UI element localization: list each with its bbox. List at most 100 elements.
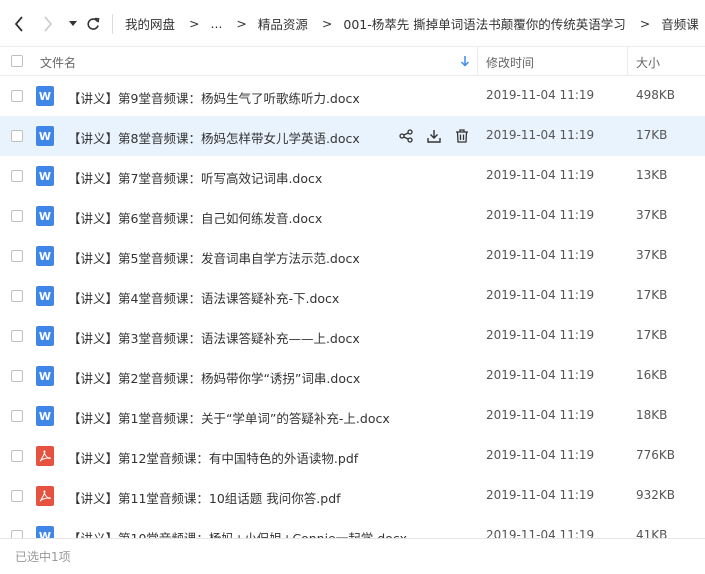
refresh-icon [87, 17, 100, 30]
file-size: 17KB [636, 328, 668, 342]
file-modified-time: 2019-11-04 11:19 [486, 528, 595, 538]
breadcrumb-item-resources[interactable]: 精品资源 [258, 14, 308, 33]
chevron-left-icon [14, 16, 23, 32]
file-name[interactable]: 【讲义】第6堂音频课：自己如何练发音.docx [68, 208, 322, 227]
file-checkbox[interactable] [11, 370, 23, 382]
word-file-icon: W [36, 366, 54, 386]
breadcrumb-item-ellipsis[interactable]: ... [211, 16, 223, 31]
file-modified-time: 2019-11-04 11:19 [486, 408, 595, 422]
breadcrumb-item-root[interactable]: 我的网盘 [125, 14, 175, 33]
file-checkbox[interactable] [11, 410, 23, 422]
refresh-button[interactable] [84, 14, 102, 34]
file-row[interactable]: 【讲义】第12堂音频课：有中国特色的外语读物.pdf 2019-11-04 11:… [0, 436, 705, 476]
file-size: 37KB [636, 208, 668, 222]
chevron-right-icon [44, 16, 52, 32]
file-row[interactable]: W 【讲义】第9堂音频课：杨妈生气了听歌练听力.docx 2019-11-04 11… [0, 76, 705, 116]
delete-button[interactable] [452, 127, 472, 145]
file-modified-time: 2019-11-04 11:19 [486, 88, 595, 102]
file-name[interactable]: 【讲义】第3堂音频课：语法课答疑补充——上.docx [68, 328, 360, 347]
pdf-file-icon [36, 486, 54, 506]
file-checkbox[interactable] [11, 290, 23, 302]
file-row[interactable]: W 【讲义】第8堂音频课：杨妈怎样带女儿学英语.docx 2019-11-04 11… [0, 116, 705, 156]
back-button[interactable] [9, 14, 29, 34]
file-checkbox[interactable] [11, 330, 23, 342]
file-size: 498KB [636, 88, 676, 102]
file-size: 37KB [636, 248, 668, 262]
share-icon [399, 129, 413, 143]
file-name[interactable]: 【讲义】第8堂音频课：杨妈怎样带女儿学英语.docx [68, 128, 360, 147]
file-row[interactable]: 【讲义】第11堂音频课：10组话题 我问你答.pdf 2019-11-04 11:… [0, 476, 705, 516]
file-list-header: 文件名 修改时间 大小 [0, 46, 705, 76]
file-size: 17KB [636, 288, 668, 302]
word-file-icon: W [36, 286, 54, 306]
word-file-icon: W [36, 526, 54, 538]
file-row[interactable]: W 【讲义】第2堂音频课：杨妈带你学“诱拐”词串.docx 2019-11-04 1… [0, 356, 705, 396]
word-file-icon: W [36, 166, 54, 186]
column-divider[interactable] [477, 47, 478, 75]
sort-arrow-down-icon[interactable] [460, 55, 470, 67]
file-checkbox[interactable] [11, 210, 23, 222]
file-checkbox[interactable] [11, 250, 23, 262]
file-checkbox[interactable] [11, 90, 23, 102]
breadcrumb-separator: > [189, 15, 200, 31]
word-file-icon: W [36, 206, 54, 226]
file-name[interactable]: 【讲义】第11堂音频课：10组话题 我问你答.pdf [68, 488, 341, 507]
file-row[interactable]: W 【讲义】第7堂音频课：听写高效记词串.docx 2019-11-04 11:19… [0, 156, 705, 196]
column-divider[interactable] [627, 47, 628, 75]
column-header-modified-time[interactable]: 修改时间 [486, 54, 534, 71]
selection-status: 已选中1项 [15, 550, 71, 564]
share-button[interactable] [396, 127, 416, 145]
file-name[interactable]: 【讲义】第12堂音频课：有中国特色的外语读物.pdf [68, 448, 358, 467]
file-row[interactable]: W 【讲义】第1堂音频课：关于“学单词”的答疑补充-上.docx 2019-11-0… [0, 396, 705, 436]
navigation-bar: 我的网盘 > ... > 精品资源 > 001-杨萃先 撕掉单词语法书颠覆你的传… [0, 0, 705, 46]
file-modified-time: 2019-11-04 11:19 [486, 168, 595, 182]
select-all-checkbox[interactable] [11, 55, 23, 67]
history-dropdown-button[interactable] [66, 14, 80, 34]
file-checkbox[interactable] [11, 490, 23, 502]
word-file-icon: W [36, 246, 54, 266]
file-name[interactable]: 【讲义】第9堂音频课：杨妈生气了听歌练听力.docx [68, 88, 360, 107]
file-name[interactable]: 【讲义】第5堂音频课：发音词串自学方法示范.docx [68, 248, 360, 267]
forward-button[interactable] [38, 14, 58, 34]
file-modified-time: 2019-11-04 11:19 [486, 288, 595, 302]
breadcrumb: 我的网盘 > ... > 精品资源 > 001-杨萃先 撕掉单词语法书颠覆你的传… [125, 0, 705, 46]
trash-icon [456, 129, 468, 143]
column-header-name[interactable]: 文件名 [40, 54, 76, 71]
download-icon [427, 130, 441, 143]
file-size: 16KB [636, 368, 668, 382]
file-size: 18KB [636, 408, 668, 422]
file-name[interactable]: 【讲义】第4堂音频课：语法课答疑补充-下.docx [68, 288, 339, 307]
file-row[interactable]: W 【讲义】第10堂音频课：杨妈+小侃姐+Connie一起学.docx 2019-1… [0, 516, 705, 538]
word-file-icon: W [36, 406, 54, 426]
file-size: 932KB [636, 488, 676, 502]
word-file-icon: W [36, 326, 54, 346]
file-row[interactable]: W 【讲义】第5堂音频课：发音词串自学方法示范.docx 2019-11-04 11… [0, 236, 705, 276]
file-modified-time: 2019-11-04 11:19 [486, 208, 595, 222]
file-row[interactable]: W 【讲义】第4堂音频课：语法课答疑补充-下.docx 2019-11-04 11:… [0, 276, 705, 316]
file-row[interactable]: W 【讲义】第3堂音频课：语法课答疑补充——上.docx 2019-11-04 11… [0, 316, 705, 356]
file-name[interactable]: 【讲义】第1堂音频课：关于“学单词”的答疑补充-上.docx [68, 408, 390, 427]
file-modified-time: 2019-11-04 11:19 [486, 368, 595, 382]
breadcrumb-separator: > [236, 15, 247, 31]
file-name[interactable]: 【讲义】第7堂音频课：听写高效记词串.docx [68, 168, 322, 187]
file-modified-time: 2019-11-04 11:19 [486, 328, 595, 342]
download-button[interactable] [424, 127, 444, 145]
column-header-size[interactable]: 大小 [636, 54, 660, 71]
file-checkbox[interactable] [11, 130, 23, 142]
file-checkbox[interactable] [11, 530, 23, 538]
file-name[interactable]: 【讲义】第2堂音频课：杨妈带你学“诱拐”词串.docx [68, 368, 360, 387]
word-file-icon: W [36, 126, 54, 146]
file-row[interactable]: W 【讲义】第6堂音频课：自己如何练发音.docx 2019-11-04 11:19… [0, 196, 705, 236]
file-list: W 【讲义】第9堂音频课：杨妈生气了听歌练听力.docx 2019-11-04 11… [0, 76, 705, 538]
nav-divider [112, 14, 113, 34]
caret-down-icon [69, 21, 77, 26]
file-size: 17KB [636, 128, 668, 142]
file-checkbox[interactable] [11, 170, 23, 182]
breadcrumb-item-course[interactable]: 001-杨萃先 撕掉单词语法书颠覆你的传统英语学习 [343, 14, 625, 33]
file-modified-time: 2019-11-04 11:19 [486, 128, 595, 142]
scrollbar[interactable] [700, 76, 705, 538]
file-name[interactable]: 【讲义】第10堂音频课：杨妈+小侃姐+Connie一起学.docx [68, 528, 407, 538]
file-checkbox[interactable] [11, 450, 23, 462]
breadcrumb-item-current[interactable]: 音频课 [661, 14, 699, 33]
status-bar: 已选中1项 [0, 538, 705, 574]
